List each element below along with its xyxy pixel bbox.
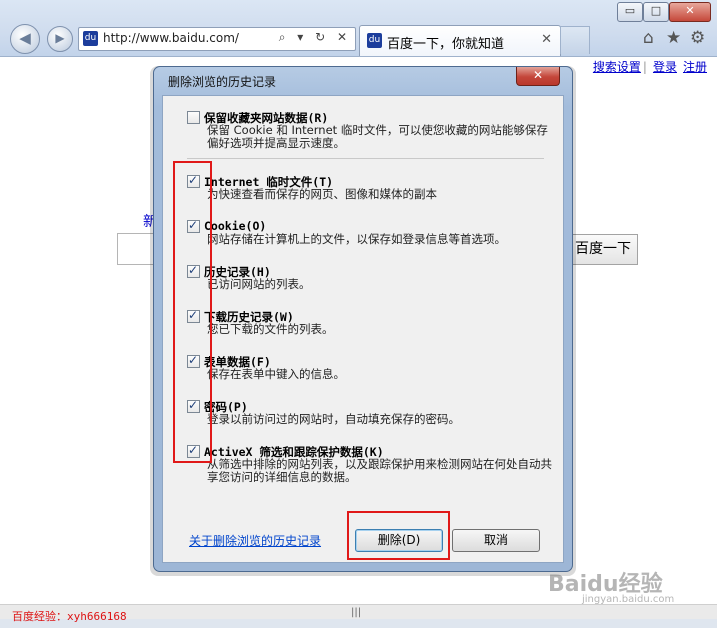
favorites-star-icon[interactable]: ★ [666,28,681,48]
tab-baidu[interactable]: du 百度一下，你就知道 ✕ [359,25,561,56]
author-watermark: 百度经验：xyh666168 [12,610,127,623]
option-desc: 网站存储在计算机上的文件，以保存如登录信息等首选项。 [207,232,506,246]
home-icon[interactable]: ⌂ [643,28,654,48]
register-link[interactable]: 注册 [683,60,707,74]
option-desc: 保留 Cookie 和 Internet 临时文件，可以使您收藏的网站能够保存偏… [207,123,548,150]
baidu-favicon-icon: du [367,33,382,48]
forward-arrow-icon[interactable]: ▶ [47,26,73,52]
tab-title: 百度一下，你就知道 [387,37,505,52]
top-links: 搜索设置 | 登录 注册 [592,60,707,74]
annotation-highlight-delete [347,511,450,560]
option-desc: 已访问网站的列表。 [207,277,311,291]
search-button-label: 百度一下 [575,241,631,257]
cancel-button[interactable]: 取消 [452,529,540,552]
baidu-favicon-icon: du [83,31,98,46]
login-link[interactable]: 登录 [653,60,677,74]
option-desc: 您已下载的文件的列表。 [207,322,334,336]
option-desc: 从筛选中排除的网站列表，以及跟踪保护用来检测网站在何处自动共享您访问的详细信息的… [207,457,552,484]
divider [187,158,544,159]
scrollbar-grip-icon[interactable]: ||| [351,607,361,618]
address-tools-icons[interactable]: ⌕ ▾ ↻ ✕ [279,30,351,45]
back-arrow-icon[interactable]: ◀ [10,24,40,54]
annotation-highlight-checkboxes [173,161,212,463]
dialog-title: 删除浏览的历史记录 [168,75,277,89]
delete-history-dialog: 删除浏览的历史记录 ✕ 保留收藏夹网站数据(R) 保留 Cookie 和 Int… [153,66,573,572]
option-desc: 登录以前访问过的网站时，自动填充保存的密码。 [207,412,460,426]
minimize-button[interactable]: ▭ [617,2,643,22]
search-settings-link[interactable]: 搜索设置 [593,60,641,74]
tab-close-icon[interactable]: ✕ [541,32,552,47]
new-tab-button[interactable] [560,26,590,54]
option-label: Cookie(O) [204,219,267,233]
about-delete-history-link[interactable]: 关于删除浏览的历史记录 [189,532,321,549]
browser-toolbar: ▭ □ ✕ ◀ ▶ du http://www.baidu.com/ ⌕ ▾ ↻… [0,0,717,57]
dialog-body: 保留收藏夹网站数据(R) 保留 Cookie 和 Internet 临时文件，可… [162,95,564,563]
window-close-button[interactable]: ✕ [669,2,711,22]
address-bar[interactable]: du http://www.baidu.com/ ⌕ ▾ ↻ ✕ [78,27,356,51]
dialog-close-button[interactable]: ✕ [516,67,560,86]
maximize-button[interactable]: □ [643,2,669,22]
option-desc: 保存在表单中键入的信息。 [207,367,345,381]
gear-icon[interactable]: ⚙ [690,28,705,48]
option-desc: 为快速查看而保存的网页、图像和媒体的副本 [207,187,437,201]
address-url[interactable]: http://www.baidu.com/ [103,31,239,45]
checkbox[interactable] [187,111,200,124]
